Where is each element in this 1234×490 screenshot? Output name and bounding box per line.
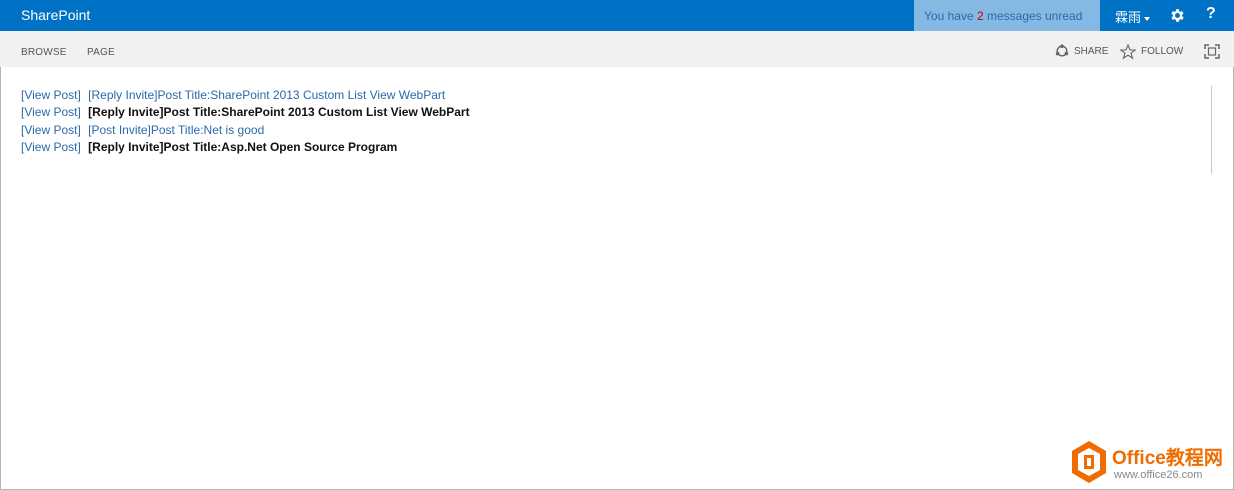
posts-list: [View Post] [Reply Invite]Post Title:Sha… bbox=[21, 87, 470, 156]
share-button[interactable]: SHARE bbox=[1055, 44, 1108, 58]
watermark-url: www.office26.com bbox=[1114, 469, 1203, 481]
share-label: SHARE bbox=[1074, 45, 1109, 57]
chevron-down-icon bbox=[1144, 16, 1151, 21]
list-item: [View Post] [Post Invite]Post Title:Net … bbox=[21, 122, 470, 139]
user-menu[interactable]: 霖雨 bbox=[1115, 7, 1151, 26]
post-title-unread: [Reply Invite]Post Title:SharePoint 2013… bbox=[88, 105, 470, 120]
list-item: [View Post] [Reply Invite]Post Title:Sha… bbox=[21, 87, 470, 104]
post-title[interactable]: [Reply Invite]Post Title:SharePoint 2013… bbox=[88, 88, 445, 102]
follow-label: FOLLOW bbox=[1141, 46, 1184, 57]
follow-button[interactable]: FOLLOW bbox=[1120, 44, 1183, 59]
webpart-divider bbox=[1211, 86, 1212, 174]
post-title-unread: [Reply Invite]Post Title:Asp.Net Open So… bbox=[88, 139, 398, 154]
ribbon-bar: BROWSE PAGE SHARE FOLLOW bbox=[0, 31, 1234, 67]
watermark-name: Office教程网 bbox=[1112, 448, 1223, 469]
share-icon bbox=[1055, 44, 1069, 57]
list-item: [View Post] [Reply Invite]Post Title:Asp… bbox=[21, 139, 470, 156]
focus-content-icon[interactable] bbox=[1204, 44, 1220, 59]
star-icon bbox=[1120, 44, 1136, 59]
post-title[interactable]: [Post Invite]Post Title:Net is good bbox=[88, 123, 264, 137]
view-post-link[interactable]: [View Post] bbox=[21, 123, 81, 137]
view-post-link[interactable]: [View Post] bbox=[21, 88, 81, 102]
gear-icon[interactable] bbox=[1169, 7, 1186, 24]
messages-count: 2 bbox=[976, 9, 984, 23]
list-item: [View Post] [Reply Invite]Post Title:Sha… bbox=[21, 104, 470, 121]
unread-messages-notice[interactable]: You have 2 messages unread bbox=[914, 0, 1100, 31]
view-post-link[interactable]: [View Post] bbox=[21, 105, 81, 119]
help-button[interactable]: ? bbox=[1206, 5, 1216, 23]
tab-browse[interactable]: BROWSE bbox=[21, 47, 67, 58]
view-post-link[interactable]: [View Post] bbox=[21, 140, 81, 154]
messages-prefix: You have bbox=[924, 9, 977, 23]
office-logo-icon bbox=[1072, 441, 1106, 483]
page-frame bbox=[0, 0, 1234, 490]
messages-suffix: messages unread bbox=[983, 9, 1083, 23]
user-name: 霖雨 bbox=[1115, 11, 1142, 26]
brand-title[interactable]: SharePoint bbox=[21, 7, 90, 23]
watermark: Office教程网 www.office26.com bbox=[1068, 437, 1228, 487]
suite-bar: SharePoint You have 2 messages unread 霖雨… bbox=[0, 0, 1234, 31]
tab-page[interactable]: PAGE bbox=[87, 47, 115, 58]
